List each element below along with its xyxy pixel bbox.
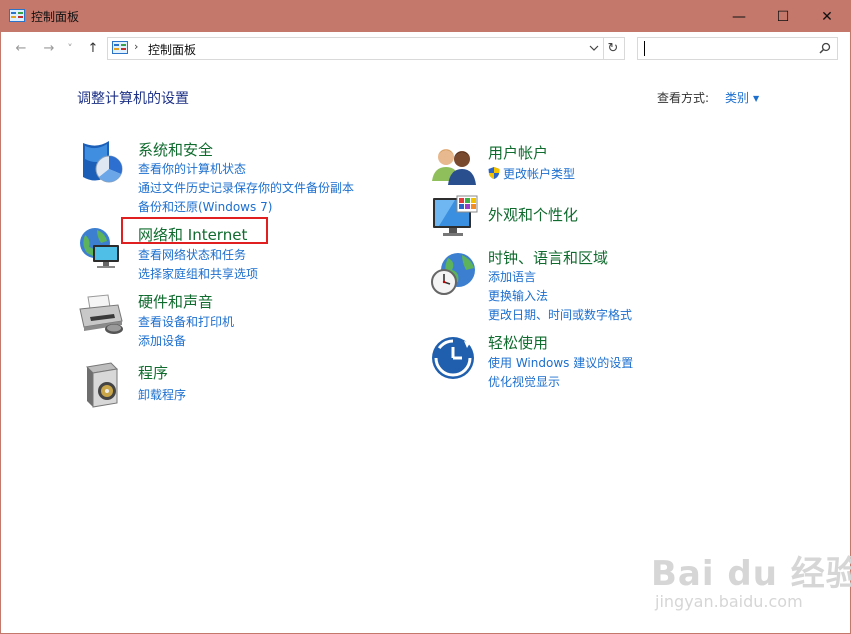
- network-globe-icon[interactable]: [77, 225, 125, 273]
- chevron-down-icon[interactable]: [589, 41, 599, 55]
- address-bar[interactable]: › 控制面板: [107, 37, 604, 60]
- category-programs[interactable]: 程序: [138, 362, 168, 383]
- link-windows-recommended-settings[interactable]: 使用 Windows 建议的设置: [488, 354, 633, 371]
- watermark-url: jingyan.baidu.com: [655, 592, 803, 611]
- view-by-dropdown[interactable]: 类别 ▼: [725, 89, 759, 106]
- link-devices-printers[interactable]: 查看设备和打印机: [138, 313, 234, 330]
- link-add-language[interactable]: 添加语言: [488, 268, 536, 285]
- link-change-input-method[interactable]: 更换输入法: [488, 287, 548, 304]
- link-file-history-backup[interactable]: 通过文件历史记录保存你的文件备份副本: [138, 179, 354, 196]
- category-hardware-sound[interactable]: 硬件和声音: [138, 291, 213, 312]
- link-homegroup-sharing[interactable]: 选择家庭组和共享选项: [138, 265, 258, 282]
- watermark-logo-text: Bai du 经验: [651, 554, 851, 594]
- control-panel-window: 控制面板 — ☐ ✕ ← → ˅ ↑ › 控制面板 ↻ 调整计算机的设置 查看方…: [0, 0, 851, 634]
- printer-icon[interactable]: [78, 291, 126, 339]
- link-network-status-tasks[interactable]: 查看网络状态和任务: [138, 246, 246, 263]
- refresh-button[interactable]: ↻: [602, 37, 625, 60]
- monitor-icon[interactable]: [431, 194, 479, 242]
- recent-locations-icon[interactable]: ˅: [65, 40, 75, 56]
- control-panel-icon: [112, 41, 128, 54]
- view-by-value: 类别: [725, 91, 750, 105]
- title-bar[interactable]: 控制面板 — ☐ ✕: [1, 1, 850, 32]
- close-button[interactable]: ✕: [804, 1, 850, 32]
- forward-arrow-icon[interactable]: →: [41, 40, 57, 56]
- search-input[interactable]: [637, 37, 838, 60]
- users-icon[interactable]: [430, 141, 478, 189]
- search-icon[interactable]: [819, 42, 831, 54]
- link-backup-restore[interactable]: 备份和还原(Windows 7): [138, 198, 272, 215]
- clock-globe-icon[interactable]: [430, 250, 478, 298]
- navigation-bar: ← → ˅ ↑ › 控制面板 ↻: [1, 32, 850, 66]
- highlight-box: [121, 217, 268, 244]
- shield-icon[interactable]: [79, 139, 127, 187]
- link-change-account-type-text: 更改帐户类型: [503, 167, 576, 181]
- up-arrow-icon[interactable]: ↑: [85, 40, 101, 56]
- link-add-device[interactable]: 添加设备: [138, 332, 186, 349]
- programs-box-icon[interactable]: [81, 361, 129, 409]
- category-ease-of-access[interactable]: 轻松使用: [488, 332, 548, 353]
- category-system-security[interactable]: 系统和安全: [138, 139, 213, 160]
- category-user-accounts[interactable]: 用户帐户: [488, 142, 548, 163]
- view-by-label: 查看方式:: [657, 91, 710, 105]
- back-arrow-icon[interactable]: ←: [13, 40, 29, 56]
- breadcrumb-chevron-icon[interactable]: ›: [134, 40, 138, 53]
- control-panel-icon: [9, 9, 25, 22]
- link-change-account-type[interactable]: 更改帐户类型: [487, 165, 575, 182]
- maximize-button[interactable]: ☐: [760, 1, 806, 32]
- page-title: 调整计算机的设置: [77, 91, 189, 107]
- link-optimize-visual-display[interactable]: 优化视觉显示: [488, 373, 560, 390]
- link-change-date-time-format[interactable]: 更改日期、时间或数字格式: [488, 306, 632, 323]
- text-caret: [644, 41, 645, 56]
- category-appearance-personalization[interactable]: 外观和个性化: [488, 204, 578, 225]
- minimize-button[interactable]: —: [716, 1, 762, 32]
- ease-of-access-icon[interactable]: [430, 335, 478, 383]
- link-uninstall-program[interactable]: 卸载程序: [138, 386, 186, 403]
- link-view-computer-status[interactable]: 查看你的计算机状态: [138, 160, 246, 177]
- breadcrumb-control-panel[interactable]: 控制面板: [148, 41, 196, 58]
- uac-shield-icon: [488, 167, 500, 179]
- dropdown-triangle-icon: ▼: [753, 94, 760, 103]
- category-clock-language-region[interactable]: 时钟、语言和区域: [488, 247, 608, 268]
- window-title: 控制面板: [31, 10, 80, 24]
